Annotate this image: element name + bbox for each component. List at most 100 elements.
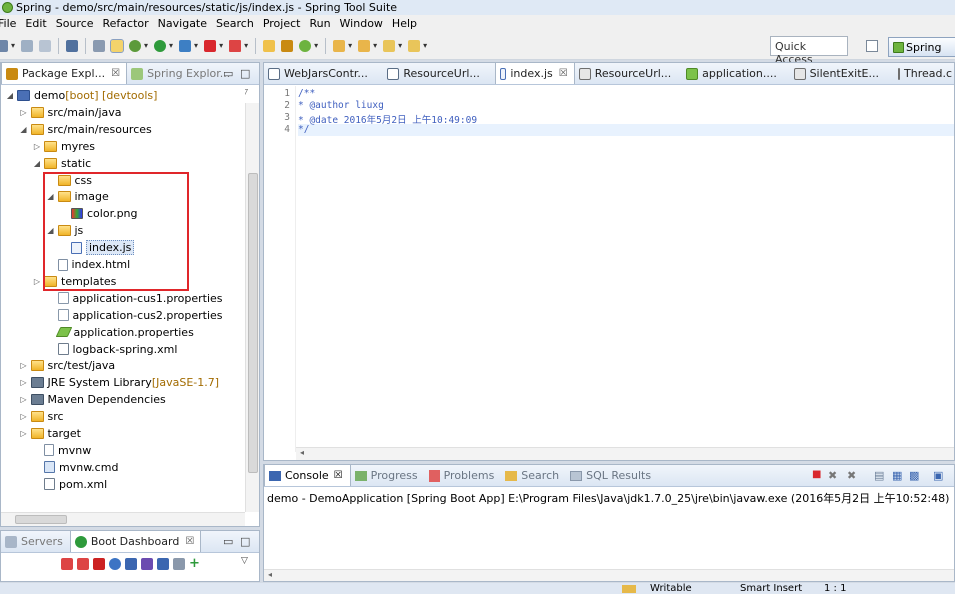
close-icon[interactable]: ☒ xyxy=(185,536,194,547)
new-java-package-icon[interactable] xyxy=(281,39,294,52)
forward-icon[interactable] xyxy=(408,39,421,52)
tree-item[interactable]: ◢ src/main/resources xyxy=(19,121,151,138)
word-wrap-icon[interactable]: ▩ xyxy=(909,469,919,482)
next-annotation-dropdown-icon[interactable]: ▾ xyxy=(348,41,352,50)
tree-item[interactable]: css xyxy=(46,172,92,189)
run-icon[interactable] xyxy=(154,39,167,52)
tab-silent-exit[interactable]: SilentExitE... xyxy=(790,63,894,84)
external-tools-dropdown-icon[interactable]: ▾ xyxy=(194,41,198,50)
menu-project[interactable]: Project xyxy=(259,17,306,30)
collapsed-icon[interactable]: ▷ xyxy=(32,277,42,286)
expanded-icon[interactable]: ◢ xyxy=(19,125,29,134)
tree-item[interactable]: ◢ demo [boot] [devtools] xyxy=(5,87,158,104)
perspective-spring-button[interactable]: Spring xyxy=(888,37,955,57)
tab-index-js[interactable]: index.js ☒ xyxy=(494,63,575,84)
tree-horizontal-scrollbar[interactable] xyxy=(1,512,245,526)
tree-item[interactable]: application-cus2.properties xyxy=(46,307,223,324)
external-tools-icon[interactable] xyxy=(179,39,192,52)
tree-vertical-scrollbar[interactable] xyxy=(245,103,259,512)
tab-progress[interactable]: Progress xyxy=(351,465,425,486)
back-icon[interactable] xyxy=(383,39,396,52)
tree-item[interactable]: ▷ src xyxy=(19,408,63,425)
collapsed-icon[interactable]: ▷ xyxy=(19,412,29,421)
expanded-icon[interactable]: ◢ xyxy=(5,91,15,100)
pin-console-icon[interactable]: ▣ xyxy=(933,469,943,482)
tree-item[interactable]: application-cus1.properties xyxy=(46,290,223,307)
clear-console-icon[interactable]: ▤ xyxy=(874,469,884,482)
open-perspective-icon[interactable] xyxy=(866,40,878,52)
relaunch-dropdown-icon[interactable]: ▾ xyxy=(244,41,248,50)
console-horizontal-scrollbar[interactable]: ◂ xyxy=(264,569,954,581)
stop-icon[interactable] xyxy=(204,39,217,52)
tree-item[interactable]: mvnw xyxy=(32,442,91,459)
terminate-icon[interactable]: ■ xyxy=(812,469,821,480)
scrollbar-thumb[interactable] xyxy=(15,515,67,524)
tree-item[interactable]: ▷ src/test/java xyxy=(19,357,115,374)
tree-item[interactable]: ▷ target xyxy=(19,425,81,442)
tab-thread[interactable]: Thread.c xyxy=(894,63,954,84)
previous-annotation-dropdown-icon[interactable]: ▾ xyxy=(373,41,377,50)
edit-icon[interactable] xyxy=(141,558,153,570)
minimize-icon[interactable]: ▭ xyxy=(223,67,233,80)
expanded-icon[interactable]: ◢ xyxy=(46,192,56,201)
tree-item[interactable]: ▷ templates xyxy=(32,273,116,290)
tab-application-properties[interactable]: application.... xyxy=(682,63,789,84)
forward-dropdown-icon[interactable]: ▾ xyxy=(423,41,427,50)
expanded-icon[interactable]: ◢ xyxy=(46,226,56,235)
next-annotation-icon[interactable] xyxy=(333,39,346,52)
editor-horizontal-scrollbar[interactable]: ◂ xyxy=(296,447,954,460)
save-all-icon[interactable] xyxy=(39,39,52,52)
collapsed-icon[interactable]: ▷ xyxy=(19,378,29,387)
tree-item[interactable]: ▷ src/main/java xyxy=(19,104,121,121)
tree-item[interactable]: color.png xyxy=(59,205,138,222)
tab-resource-url-2[interactable]: ResourceUrl... xyxy=(575,63,682,84)
open-browser-icon[interactable] xyxy=(109,558,121,570)
close-icon[interactable]: ☒ xyxy=(111,68,120,79)
tab-resource-url-1[interactable]: ResourceUrl... xyxy=(383,63,494,84)
remove-all-icon[interactable]: ✖ xyxy=(847,469,856,482)
restart-debug-icon[interactable] xyxy=(77,558,89,570)
collapsed-icon[interactable]: ▷ xyxy=(32,142,42,151)
tree-item[interactable]: index.html xyxy=(46,256,130,273)
collapsed-icon[interactable]: ▷ xyxy=(19,395,29,404)
tab-sql-results[interactable]: SQL Results xyxy=(566,465,658,486)
menu-file[interactable]: File xyxy=(0,17,21,30)
debug-icon[interactable] xyxy=(129,39,142,52)
back-dropdown-icon[interactable]: ▾ xyxy=(398,41,402,50)
scrollbar-thumb[interactable] xyxy=(248,173,258,473)
menu-refactor[interactable]: Refactor xyxy=(99,17,154,30)
run-dropdown-icon[interactable]: ▾ xyxy=(169,41,173,50)
tab-servers[interactable]: Servers xyxy=(1,531,70,552)
quick-access-input[interactable]: Quick Access xyxy=(770,36,848,66)
menu-source[interactable]: Source xyxy=(52,17,99,30)
tab-console[interactable]: Console ☒ xyxy=(264,465,351,486)
skip-breakpoints-icon[interactable] xyxy=(93,39,106,52)
remove-launch-icon[interactable]: ✖ xyxy=(828,469,837,482)
scroll-left-icon[interactable]: ◂ xyxy=(300,448,304,457)
open-type-icon[interactable] xyxy=(263,39,276,52)
new-dropdown-icon[interactable]: ▾ xyxy=(11,41,15,50)
save-icon[interactable] xyxy=(21,39,34,52)
open-console-icon[interactable] xyxy=(125,558,137,570)
tree-item[interactable]: ▷ JRE System Library [JavaSE-1.7] xyxy=(19,374,219,391)
menu-search[interactable]: Search xyxy=(212,17,259,30)
relaunch-icon[interactable] xyxy=(229,39,242,52)
tree-item[interactable]: ◢ static xyxy=(32,155,91,172)
debug-dropdown-icon[interactable]: ▾ xyxy=(144,41,148,50)
menu-navigate[interactable]: Navigate xyxy=(154,17,212,30)
menu-edit[interactable]: Edit xyxy=(21,17,51,30)
close-icon[interactable]: ☒ xyxy=(559,68,568,79)
tree-item[interactable]: pom.xml xyxy=(32,476,107,493)
collapsed-icon[interactable]: ▷ xyxy=(19,361,29,370)
tree-item[interactable]: application.properties xyxy=(46,324,194,341)
maximize-icon[interactable]: □ xyxy=(240,535,250,548)
new-icon[interactable] xyxy=(0,39,8,52)
scroll-lock-icon[interactable]: ▦ xyxy=(892,469,902,482)
tree-item[interactable]: mvnw.cmd xyxy=(32,459,118,476)
tab-problems[interactable]: Problems xyxy=(425,465,502,486)
expanded-icon[interactable]: ◢ xyxy=(32,159,42,168)
collapsed-icon[interactable]: ▷ xyxy=(19,429,29,438)
stop-icon[interactable] xyxy=(93,558,105,570)
code-editor[interactable]: /** * @author liuxg * @date 2016年5月2日 上午… xyxy=(298,86,954,452)
tab-search[interactable]: Search xyxy=(501,465,566,486)
